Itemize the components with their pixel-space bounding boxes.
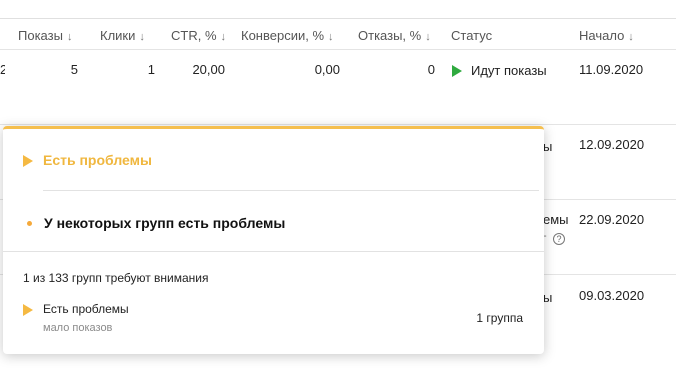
column-header-status: Статус — [451, 28, 493, 43]
status-text: емы — [543, 212, 569, 227]
cell-bounces: 0 — [427, 62, 435, 77]
table-top-border — [0, 18, 676, 19]
warning-triangle-icon — [23, 304, 33, 316]
cell-ctr: 20,00 — [192, 62, 225, 77]
row-cut-off-cell: 2 — [0, 62, 5, 77]
popup-divider — [43, 190, 539, 191]
status-text: ы — [543, 290, 553, 305]
groups-summary: 1 из 133 групп требуют внимания — [23, 271, 209, 285]
header-divider — [0, 49, 676, 50]
cell-shows: 5 — [70, 62, 78, 77]
column-header-conversions[interactable]: Конверсии, % ↓ — [241, 28, 334, 43]
cell-start-date: 12.09.2020 — [579, 137, 645, 152]
popup-title: Есть проблемы — [43, 152, 152, 168]
cell-start-date: 09.03.2020 — [579, 288, 645, 303]
sort-arrow-icon: ↓ — [220, 31, 227, 43]
sort-arrow-icon: ↓ — [139, 31, 145, 43]
status-text: Идут показы — [471, 63, 547, 78]
cell-start-date: 22.09.2020 — [579, 212, 645, 227]
warning-dot-icon — [27, 221, 32, 226]
column-header-clicks[interactable]: Клики ↓ — [100, 28, 145, 43]
cell-clicks: 1 — [147, 62, 155, 77]
play-icon — [452, 65, 462, 77]
cell-start-date: 11.09.2020 — [579, 62, 644, 77]
warning-triangle-icon — [23, 155, 33, 167]
column-header-start[interactable]: Начало ↓ — [579, 28, 634, 43]
sort-arrow-icon: ↓ — [66, 31, 73, 43]
column-header-bounces[interactable]: Отказы, % ↓ — [358, 28, 431, 43]
column-header-ctr[interactable]: CTR, % ↓ — [171, 28, 226, 43]
popup-subtitle: У некоторых групп есть проблемы — [44, 215, 286, 231]
problem-item-count[interactable]: 1 группа — [476, 311, 523, 325]
sort-arrow-icon: ↓ — [328, 31, 334, 43]
cell-conversions: 0,00 — [314, 62, 340, 77]
row-divider — [0, 124, 676, 125]
sort-arrow-icon: ↓ — [425, 31, 431, 43]
problem-item-label: Есть проблемы — [43, 302, 129, 316]
status-text: ы — [543, 139, 553, 154]
popup-divider — [3, 251, 544, 252]
sort-arrow-icon: ↓ — [628, 31, 634, 43]
column-header-shows[interactable]: Показы ↓ — [18, 28, 72, 43]
question-circle-icon[interactable]: ? — [553, 233, 565, 245]
problem-item-sublabel: мало показов — [43, 322, 113, 334]
problems-popup[interactable]: Есть проблемы У некоторых групп есть про… — [3, 126, 544, 354]
